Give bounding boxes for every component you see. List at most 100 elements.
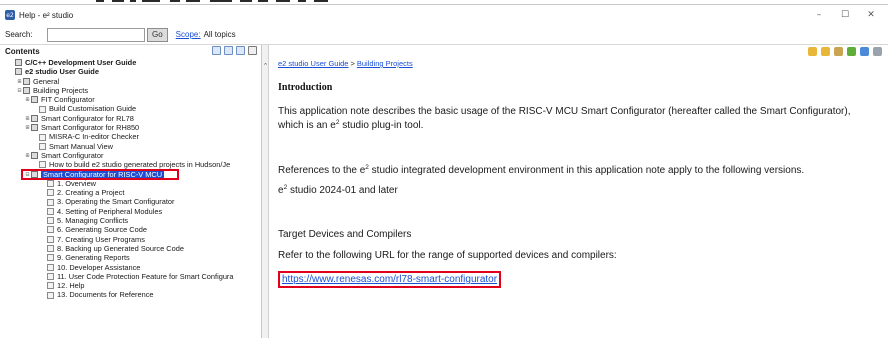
references-text-post: studio integrated development environmen… [368, 165, 805, 176]
book-icon [31, 96, 38, 104]
toc-item[interactable]: 1. Overview [0, 178, 261, 188]
contents-toolbar [212, 46, 257, 55]
toc-item-label: e2 studio User Guide [25, 67, 99, 77]
expand-toggle-icon[interactable]: ⊞ [24, 95, 31, 104]
scroll-up-icon[interactable]: ⌃ [262, 62, 269, 70]
scope-link[interactable]: Scope: [176, 30, 201, 39]
expand-toggle-icon[interactable]: ⊞ [24, 114, 31, 123]
title-bar: e2 Help - e² studio – ☐ ✕ [0, 5, 888, 25]
intro-heading: Introduction [278, 82, 333, 93]
intro-text-line2-post: studio plug-in tool. [339, 120, 424, 131]
toc-item-label: 8. Backing up Generated Source Code [57, 243, 184, 253]
breadcrumb: e2 studio User Guide > Building Projects [278, 59, 413, 68]
breadcrumb-link-user-guide[interactable]: e2 studio User Guide [278, 59, 348, 68]
bookmark-icon[interactable] [860, 47, 869, 56]
toc-item[interactable]: ⊞ General [0, 77, 261, 86]
page-icon [47, 254, 54, 262]
toc-item-label: FIT Configurator [41, 95, 95, 105]
toc-item[interactable]: ⊟ Building Projects [0, 86, 261, 95]
expand-toggle-icon[interactable]: ⊞ [24, 123, 31, 132]
page-icon [39, 133, 46, 141]
toc-item[interactable]: Smart Manual View [0, 141, 261, 151]
version-text: e2 studio 2024-01 and later [278, 184, 878, 198]
toc-item[interactable]: 9. Generating Reports [0, 253, 261, 263]
book-icon [15, 68, 22, 76]
menu-icon[interactable] [236, 46, 245, 55]
page-icon [47, 235, 54, 243]
expand-toggle-icon[interactable]: ⊞ [24, 151, 31, 160]
sync-toc-icon[interactable] [847, 47, 856, 56]
toc-item-label: C/C++ Development User Guide [25, 58, 137, 67]
devices-heading: Target Devices and Compilers [278, 229, 412, 240]
toc-item[interactable]: 3. Operating the Smart Configurator [0, 197, 261, 206]
expand-toggle-icon[interactable]: ⊞ [16, 77, 23, 86]
toc-item[interactable]: ⊞ Smart Configurator for RL78 [0, 113, 261, 123]
toc-item[interactable]: 13. Documents for Reference [0, 290, 261, 299]
contents-scrollbar[interactable]: ⌃ [262, 45, 269, 338]
collapse-toggle-icon[interactable]: ⊟ [16, 86, 23, 95]
toc-item[interactable]: C/C++ Development User Guide [0, 58, 261, 67]
page-icon [47, 245, 54, 253]
toc-item[interactable]: ⊞ Smart Configurator [0, 151, 261, 160]
toc-item-label: Smart Configurator for RH850 [41, 123, 140, 133]
toc-item[interactable]: ⊞ FIT Configurator [0, 95, 261, 105]
page-icon [47, 291, 54, 299]
toc-item[interactable]: Build Customisation Guide [0, 104, 261, 113]
scope-value: All topics [203, 30, 236, 39]
page-icon [39, 161, 46, 169]
app-icon: e2 [5, 10, 15, 20]
toc-item-label: Smart Configurator for RL78 [41, 113, 134, 123]
view-icon[interactable] [248, 46, 257, 55]
search-label: Search: [5, 30, 33, 39]
toc-item[interactable]: 8. Backing up Generated Source Code [0, 243, 261, 253]
toc-item-label: 10. Developer Assistance [57, 262, 141, 272]
toc-item-label: 1. Overview [57, 178, 97, 188]
page-icon [47, 180, 54, 187]
toc-item-label: 12. Help [57, 281, 85, 291]
minimize-button[interactable]: – [806, 5, 832, 25]
contents-title: Contents [5, 47, 40, 56]
book-icon [31, 124, 38, 132]
help-content: e2 studio User Guide > Building Projects I… [270, 45, 888, 338]
breadcrumb-link-building-projects[interactable]: Building Projects [357, 59, 413, 68]
page-icon [47, 217, 54, 225]
collapse-icon[interactable] [224, 46, 233, 55]
smart-configurator-url-link[interactable]: https://www.renesas.com/rl78-smart-confi… [278, 271, 502, 288]
toc-item[interactable]: 6. Generating Source Code [0, 225, 261, 234]
home-icon[interactable] [834, 47, 843, 56]
toc-item[interactable]: e2 studio User Guide [0, 67, 261, 77]
maximize-button[interactable]: ☐ [832, 5, 858, 25]
window-controls: – ☐ ✕ [806, 5, 884, 25]
toc-item[interactable]: MISRA-C In-editor Checker [0, 132, 261, 142]
references-paragraph: References to the e2 studio integrated d… [278, 164, 878, 178]
toc-item[interactable]: 10. Developer Assistance [0, 262, 261, 272]
toc-item[interactable]: 7. Creating User Programs [0, 235, 261, 244]
toc-item[interactable]: ⊞ Smart Configurator for RH850 [0, 123, 261, 133]
toc-item-label: MISRA-C In-editor Checker [49, 132, 139, 142]
search-bar: Search: Go Scope: All topics [0, 25, 888, 45]
back-arrow-icon[interactable] [808, 47, 817, 56]
content-toolbar [808, 47, 882, 56]
toc-item[interactable]: 2. Creating a Project [0, 188, 261, 197]
intro-text-line2-pre: which is an e [278, 120, 336, 131]
toc-item[interactable]: 5. Managing Conflicts [0, 216, 261, 225]
page-icon [47, 189, 54, 197]
book-icon [31, 114, 38, 122]
page-icon [47, 198, 54, 206]
search-input[interactable] [47, 27, 145, 42]
toc-item[interactable]: 4. Setting of Peripheral Modules [0, 207, 261, 216]
toc-item-label: Smart Manual View [49, 141, 113, 151]
references-text-pre: References to the e [278, 165, 366, 176]
book-icon [15, 59, 22, 67]
forward-arrow-icon[interactable] [821, 47, 830, 56]
print-icon[interactable] [873, 47, 882, 56]
book-icon [23, 77, 30, 85]
toc-item[interactable]: 12. Help [0, 281, 261, 291]
toc-item[interactable]: 11. User Code Protection Feature for Sma… [0, 272, 261, 281]
link-icon[interactable] [212, 46, 221, 55]
close-button[interactable]: ✕ [858, 5, 884, 25]
toc-item-label: 9. Generating Reports [57, 253, 130, 263]
window-title: Help - e² studio [19, 10, 74, 20]
intro-paragraph: This application note describes the basi… [278, 105, 878, 133]
go-button[interactable]: Go [147, 27, 168, 42]
